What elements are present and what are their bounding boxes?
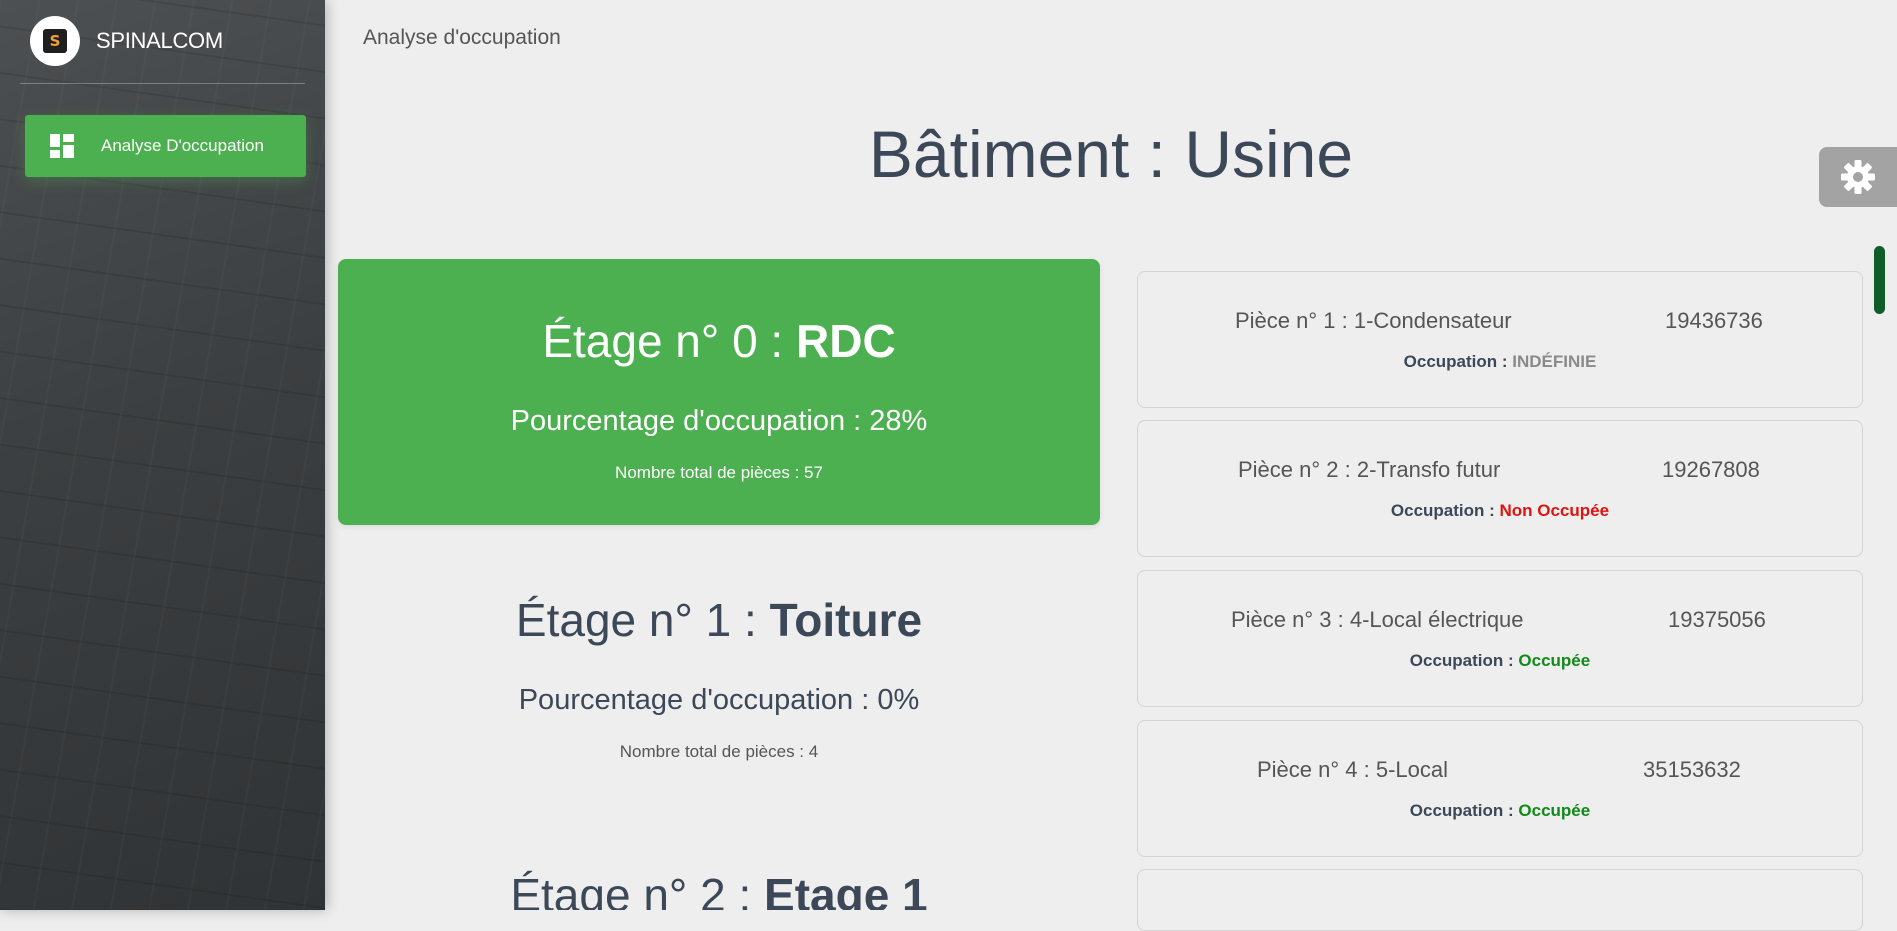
status-occupied: Occupée [1518, 651, 1591, 670]
room-card[interactable]: Pièce n° 3 : 4-Local électrique 19375056… [1137, 570, 1863, 707]
room-name: Pièce n° 2 : 2-Transfo futur [1238, 457, 1501, 482]
floor-room-count: Nombre total de pièces : 57 [615, 463, 823, 482]
room-card[interactable] [1137, 869, 1863, 931]
floor-card-2[interactable]: Étage n° 2 : Etage 1 [338, 868, 1100, 910]
brand-name: SPINALCOM [96, 28, 223, 53]
sidebar-item-analyse-occupation[interactable]: Analyse D'occupation [25, 115, 306, 177]
building-title: Bâtiment : Usine [868, 117, 1354, 191]
room-occupation: Occupation : INDÉFINIE [1138, 352, 1862, 372]
room-card[interactable]: Pièce n° 4 : 5-Local 35153632 Occupation… [1137, 720, 1863, 857]
floor-occupancy-pct: Pourcentage d'occupation : 28% [510, 405, 928, 437]
sidebar: S SPINALCOM Analyse D'occupation [0, 0, 325, 910]
logo-glyph: S [43, 29, 67, 53]
room-card[interactable]: Pièce n° 1 : 1-Condensateur 19436736 Occ… [1137, 271, 1863, 408]
dashboard-icon [50, 134, 74, 158]
room-name: Pièce n° 3 : 4-Local électrique [1231, 607, 1524, 632]
floor-prefix: Étage n° 1 : [515, 594, 770, 646]
status-occupied: Occupée [1518, 801, 1591, 820]
room-name: Pièce n° 4 : 5-Local [1257, 757, 1449, 782]
room-occupation-label: Occupation : [1403, 352, 1513, 371]
room-id: 19375056 [1668, 607, 1766, 632]
room-occupation-label: Occupation : [1409, 801, 1519, 820]
floor-occupancy-pct: Pourcentage d'occupation : 0% [518, 684, 920, 716]
status-free: Non Occupée [1499, 501, 1610, 520]
sidebar-divider [20, 83, 305, 84]
status-undefined: INDÉFINIE [1512, 352, 1597, 371]
scrollbar-thumb[interactable] [1874, 246, 1885, 314]
room-card[interactable]: Pièce n° 2 : 2-Transfo futur 19267808 Oc… [1137, 420, 1863, 557]
room-occupation: Occupation : Non Occupée [1138, 501, 1862, 521]
floor-title: Étage n° 1 : Toiture [338, 593, 1100, 647]
floor-name: RDC [796, 315, 896, 367]
floor-name: Etage 1 [764, 869, 928, 910]
settings-button[interactable] [1819, 147, 1897, 207]
room-occupation-label: Occupation : [1390, 501, 1500, 520]
spinalcom-logo-icon: S [30, 16, 80, 66]
room-name: Pièce n° 1 : 1-Condensateur [1235, 308, 1512, 333]
room-id: 35153632 [1643, 757, 1741, 782]
floor-room-count: Nombre total de pièces : 4 [619, 742, 819, 761]
room-id: 19267808 [1662, 457, 1760, 482]
gear-icon [1841, 160, 1875, 194]
room-occupation: Occupation : Occupée [1138, 801, 1862, 821]
floor-card-1[interactable]: Étage n° 1 : Toiture Pourcentage d'occup… [338, 590, 1100, 790]
brand[interactable]: S SPINALCOM [30, 16, 223, 66]
floor-card-0[interactable]: Étage n° 0 : RDC Pourcentage d'occupatio… [338, 259, 1100, 525]
floor-title: Étage n° 2 : Etage 1 [338, 868, 1100, 910]
floor-name: Toiture [769, 594, 923, 646]
floor-prefix: Étage n° 2 : [510, 869, 765, 910]
floor-prefix: Étage n° 0 : [542, 315, 796, 367]
floor-title: Étage n° 0 : RDC [338, 314, 1100, 368]
sidebar-item-label: Analyse D'occupation [101, 136, 264, 155]
room-id: 19436736 [1665, 308, 1763, 333]
page-breadcrumb: Analyse d'occupation [363, 26, 561, 49]
room-occupation: Occupation : Occupée [1138, 651, 1862, 671]
room-occupation-label: Occupation : [1409, 651, 1519, 670]
